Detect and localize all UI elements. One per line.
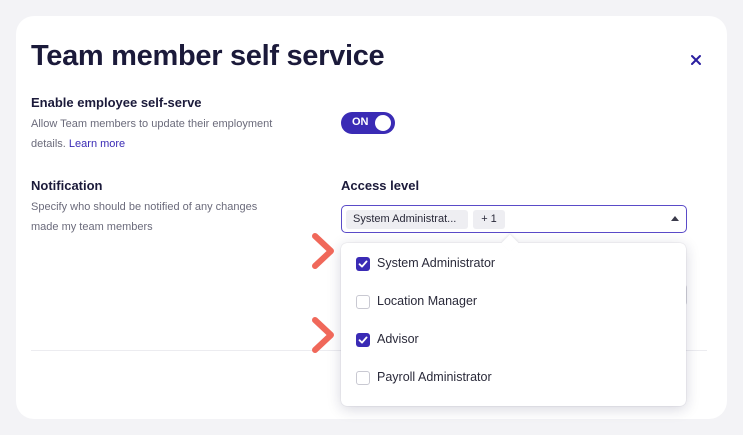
more-chip: + 1 — [473, 210, 505, 229]
checkbox-unchecked[interactable] — [356, 295, 370, 309]
toggle-knob — [375, 115, 391, 131]
checkbox-checked[interactable] — [356, 333, 370, 347]
option-label: Location Manager — [377, 294, 478, 308]
selected-chip: System Administrat... — [346, 210, 468, 229]
toggle-label: ON — [352, 116, 369, 128]
self-serve-label: Enable employee self-serve — [31, 95, 202, 110]
modal-dialog: Team member self service Enable employee… — [16, 16, 727, 419]
access-level-dropdown: System Administrator Location Manager Ad… — [341, 234, 686, 406]
notification-desc-line2: made my team members — [31, 221, 153, 233]
self-serve-toggle[interactable]: ON — [341, 112, 395, 134]
option-advisor[interactable]: Advisor — [341, 326, 686, 356]
self-serve-desc-line1: Allow Team members to update their emplo… — [31, 118, 273, 130]
close-icon[interactable] — [686, 50, 706, 70]
option-payroll-administrator[interactable]: Payroll Administrator — [341, 364, 686, 394]
self-serve-desc-line2: details. Learn more — [31, 134, 301, 154]
option-label: Payroll Administrator — [377, 370, 492, 384]
notification-label: Notification — [31, 178, 103, 193]
self-serve-desc-text: details. — [31, 138, 66, 150]
checkbox-checked[interactable] — [356, 257, 370, 271]
checkbox-unchecked[interactable] — [356, 371, 370, 385]
learn-more-link[interactable]: Learn more — [69, 138, 125, 150]
access-level-select[interactable]: System Administrat... + 1 — [341, 205, 687, 233]
chevron-right-arrow-icon — [309, 314, 339, 356]
option-system-administrator[interactable]: System Administrator — [341, 250, 686, 280]
access-level-label: Access level — [341, 178, 420, 193]
page-title: Team member self service — [31, 40, 385, 72]
notification-description: Specify who should be notified of any ch… — [31, 197, 301, 237]
caret-up-icon — [671, 216, 679, 221]
option-label: Advisor — [377, 332, 419, 346]
chevron-right-arrow-icon — [309, 230, 339, 272]
option-label: System Administrator — [377, 256, 496, 270]
self-serve-description: Allow Team members to update their emplo… — [31, 114, 301, 154]
option-location-manager[interactable]: Location Manager — [341, 288, 686, 318]
dropdown-notch — [501, 234, 519, 252]
notification-desc-line1: Specify who should be notified of any ch… — [31, 201, 258, 213]
